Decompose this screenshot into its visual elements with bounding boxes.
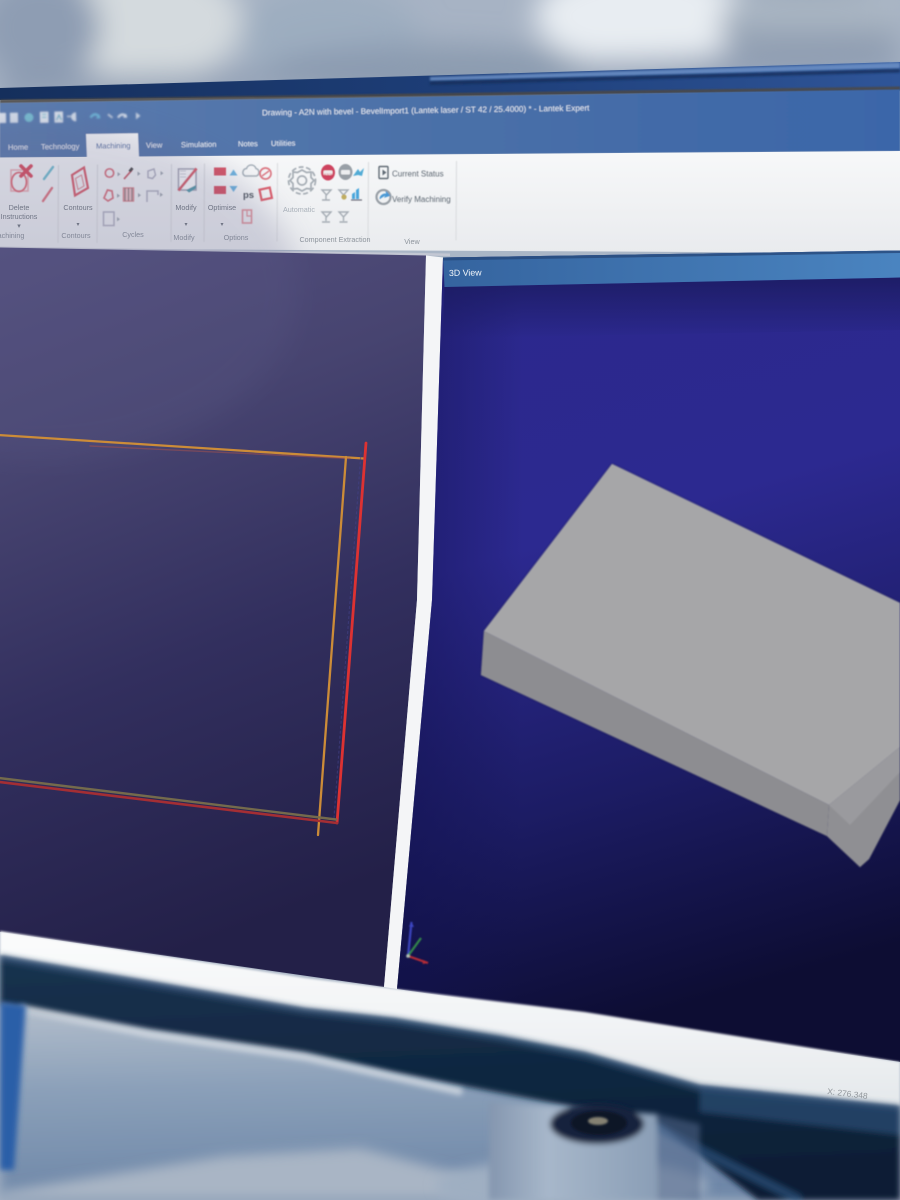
svg-text:3D View: 3D View [449, 267, 482, 278]
svg-text:Current Status: Current Status [392, 170, 444, 179]
svg-text:Simulation: Simulation [181, 140, 217, 150]
svg-text:STOP: STOP [324, 173, 334, 177]
svg-text:Component Extraction: Component Extraction [299, 235, 370, 244]
svg-text:Automatic: Automatic [283, 205, 315, 214]
svg-text:View: View [404, 237, 420, 246]
svg-text:Notes: Notes [238, 139, 258, 148]
svg-text:Verify Machining: Verify Machining [392, 195, 451, 204]
svg-text:Utilities: Utilities [271, 139, 296, 148]
